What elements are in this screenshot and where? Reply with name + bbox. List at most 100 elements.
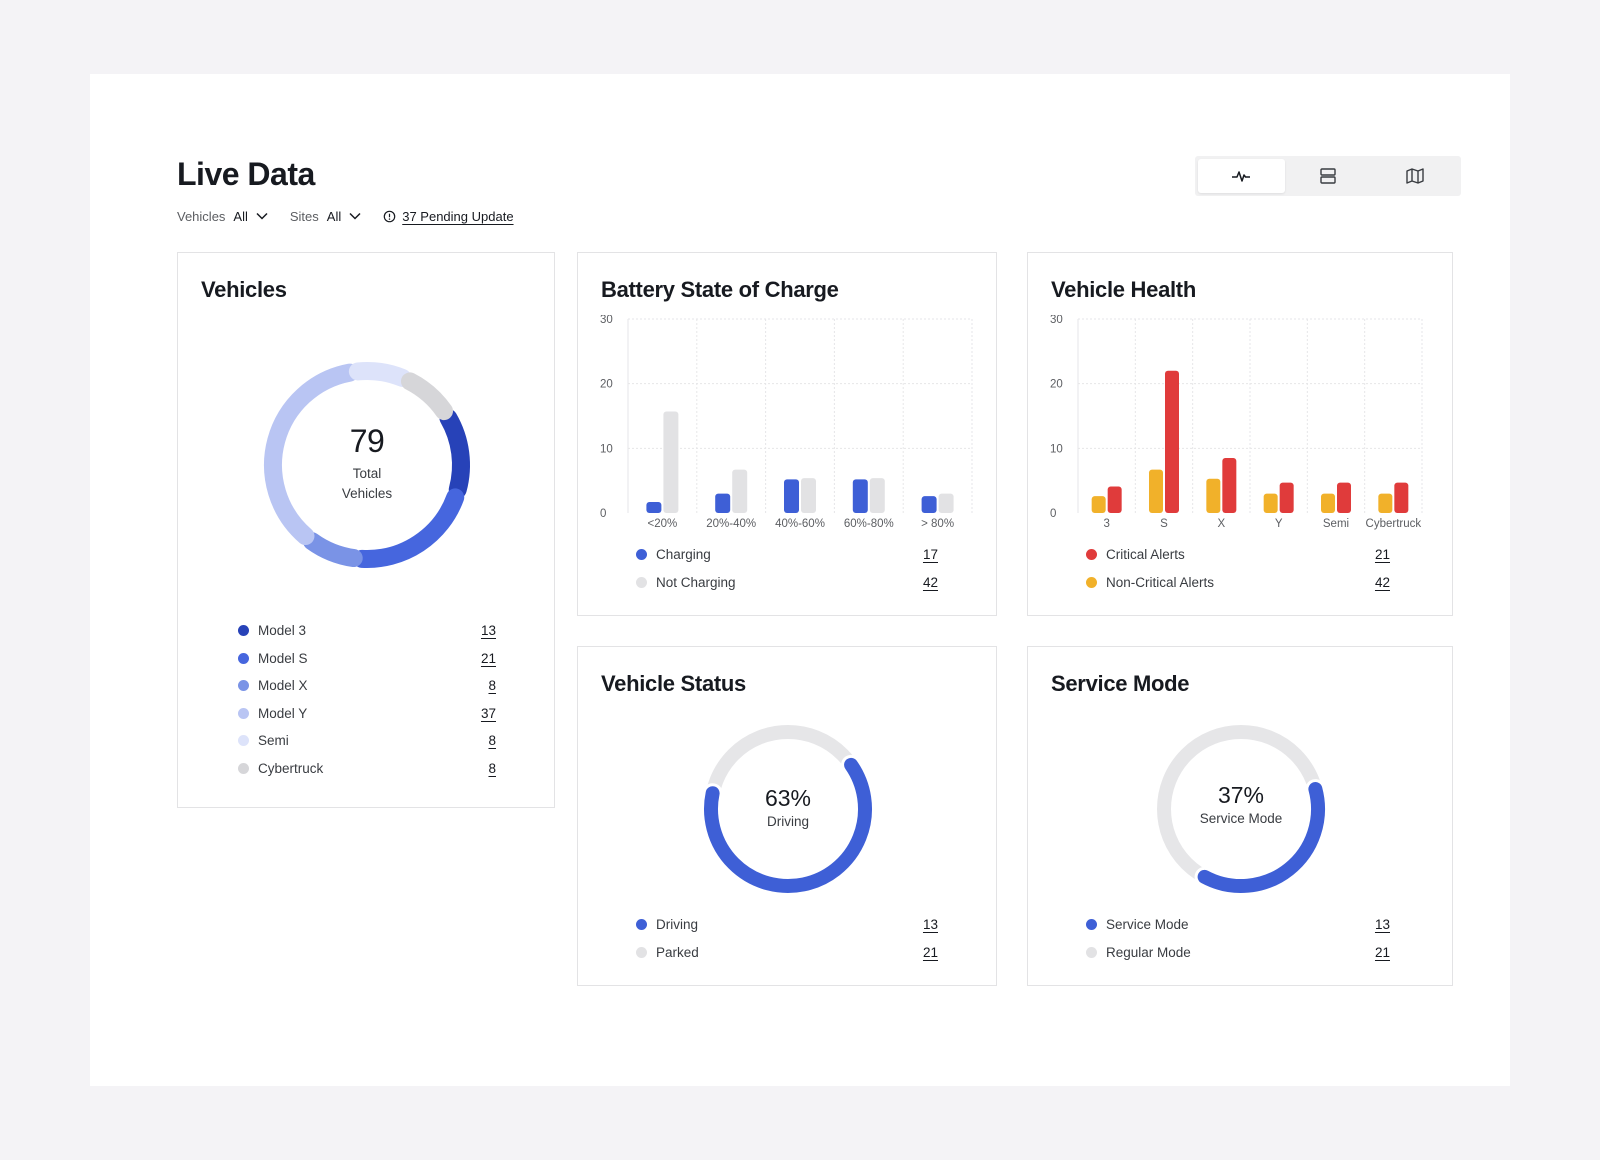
x-tick-label: Cybertruck [1366, 518, 1422, 530]
legend-item: Semi 8 [238, 727, 496, 755]
pending-update-link[interactable]: 37 Pending Update [383, 209, 514, 224]
legend-value-link[interactable]: 21 [1375, 547, 1390, 562]
bar-critical-alerts [1107, 486, 1122, 513]
bar-not-charging [732, 469, 748, 513]
bar-not-charging [801, 478, 816, 513]
card-title: Service Mode [1051, 671, 1190, 696]
x-tick-label: Y [1275, 518, 1283, 530]
dashboard-canvas: Live Data Vehicles All Sites All 37 Pend… [90, 74, 1510, 1086]
y-tick-label: 10 [600, 443, 613, 455]
legend-value-link[interactable]: 8 [488, 733, 496, 748]
vehicles-filter-value: All [233, 208, 248, 224]
legend-dot [238, 680, 249, 692]
legend-dot [238, 735, 249, 747]
service-percent: 37% [1217, 782, 1265, 808]
legend-value-link[interactable]: 21 [481, 651, 496, 666]
legend-value-link[interactable]: 13 [481, 623, 496, 638]
legend-label: Charging [656, 547, 711, 563]
legend-dot [1086, 919, 1097, 931]
legend-value-link[interactable]: 42 [1375, 575, 1390, 590]
status-center: 63% Driving [728, 785, 848, 832]
x-tick-label: X [1217, 518, 1225, 530]
legend-label: Non-Critical Alerts [1106, 574, 1215, 590]
card-title: Vehicle Health [1051, 277, 1196, 302]
y-tick-label: 10 [1050, 443, 1063, 455]
donut-segment-model-s [352, 488, 465, 568]
legend-value-link[interactable]: 37 [481, 706, 496, 721]
map-view-button[interactable] [1371, 159, 1458, 193]
info-icon [383, 210, 396, 222]
activity-view-button[interactable] [1198, 159, 1285, 193]
bar-not-charging [869, 478, 885, 513]
legend-dot [1086, 576, 1097, 588]
view-toggle [1195, 156, 1461, 196]
legend-label: Not Charging [656, 574, 736, 590]
total-label-line-2: Vehicles [341, 486, 393, 501]
bar-charging [646, 502, 662, 513]
bar-charging [784, 479, 799, 513]
vehicles-total: 79 Total Vehicles [317, 423, 417, 504]
legend-value-link[interactable]: 21 [923, 945, 938, 960]
legend-label: Model S [258, 650, 308, 666]
x-tick-label: S [1160, 518, 1168, 530]
legend-label: Cybertruck [258, 760, 324, 776]
y-tick-label: 20 [600, 379, 613, 391]
list-view-button[interactable] [1285, 159, 1372, 193]
legend-item: Service Mode 13 [1086, 911, 1390, 939]
sites-filter-dropdown[interactable]: Sites All [290, 209, 361, 224]
vehicles-filter-dropdown[interactable]: Vehicles All [177, 209, 268, 224]
battery-card: Battery State of Charge 30 20 10 0 <20% 20%-4… [577, 252, 997, 616]
y-tick-label: 30 [1050, 315, 1063, 326]
legend-dot [238, 625, 249, 637]
x-tick-label: 40%-60% [775, 518, 825, 530]
bar-critical-alerts [1165, 370, 1179, 513]
legend-value-link[interactable]: 42 [923, 575, 938, 590]
legend-value-link[interactable]: 8 [488, 678, 496, 693]
bar-non-critical-alerts [1378, 493, 1393, 513]
legend-item: Non-Critical Alerts 42 [1086, 569, 1390, 597]
bar-non-critical-alerts [1321, 493, 1335, 513]
legend-dot [1086, 946, 1097, 958]
legend-label: Service Mode [1106, 917, 1189, 933]
list-icon [1320, 168, 1336, 184]
vehicle-status-card: Vehicle Status 63% Driving Driving 13 Park… [577, 646, 997, 986]
service-mode-legend: Service Mode 13 Regular Mode 21 [1086, 911, 1390, 966]
x-tick-label: 60%-80% [844, 518, 894, 530]
legend-value-link[interactable]: 13 [1375, 917, 1390, 932]
legend-dot [636, 576, 647, 588]
donut-segment-model-x [302, 532, 363, 568]
battery-legend: Charging 17 Not Charging 42 [636, 541, 938, 596]
vehicles-card: Vehicles 79 Total Vehicles Model 3 13 Mode… [177, 252, 555, 808]
bar-critical-alerts [1222, 458, 1237, 513]
activity-icon [1232, 171, 1251, 182]
legend-dot [636, 549, 647, 561]
driving-center-label: Driving [766, 814, 809, 829]
health-card: Vehicle Health 30 20 10 0 3 S X Y Semi Cybertruck… [1027, 252, 1453, 616]
legend-label: Model X [258, 678, 308, 694]
legend-item: Model 3 13 [238, 617, 496, 645]
legend-item: Model S 21 [238, 645, 496, 673]
legend-value-link[interactable]: 17 [923, 547, 938, 562]
legend-item: Not Charging 42 [636, 569, 938, 597]
legend-value-link[interactable]: 21 [1375, 945, 1390, 960]
service-center-label: Service Mode [1199, 811, 1283, 826]
bar-charging [921, 496, 937, 513]
card-title: Vehicles [201, 277, 287, 302]
bar-non-critical-alerts [1263, 493, 1278, 513]
legend-dot [636, 946, 647, 958]
legend-item: Model Y 37 [238, 700, 496, 728]
x-tick-label: <20% [648, 518, 678, 530]
health-legend: Critical Alerts 21 Non-Critical Alerts 42 [1086, 541, 1390, 596]
bar-non-critical-alerts [1149, 469, 1163, 513]
legend-value-link[interactable]: 8 [488, 761, 496, 776]
y-tick-label: 0 [1050, 508, 1056, 520]
health-bar-chart: 30 20 10 0 3 S X Y Semi Cybertruck [1050, 315, 1423, 530]
bar-critical-alerts [1394, 482, 1409, 513]
filter-bar: Vehicles All Sites All 37 Pending Update [177, 206, 514, 226]
legend-dot [1086, 549, 1097, 561]
y-tick-label: 20 [1050, 379, 1063, 391]
sites-filter-label: Sites [289, 208, 319, 224]
sites-filter-value: All [326, 208, 342, 224]
legend-value-link[interactable]: 13 [923, 917, 938, 932]
card-title: Battery State of Charge [601, 277, 839, 302]
